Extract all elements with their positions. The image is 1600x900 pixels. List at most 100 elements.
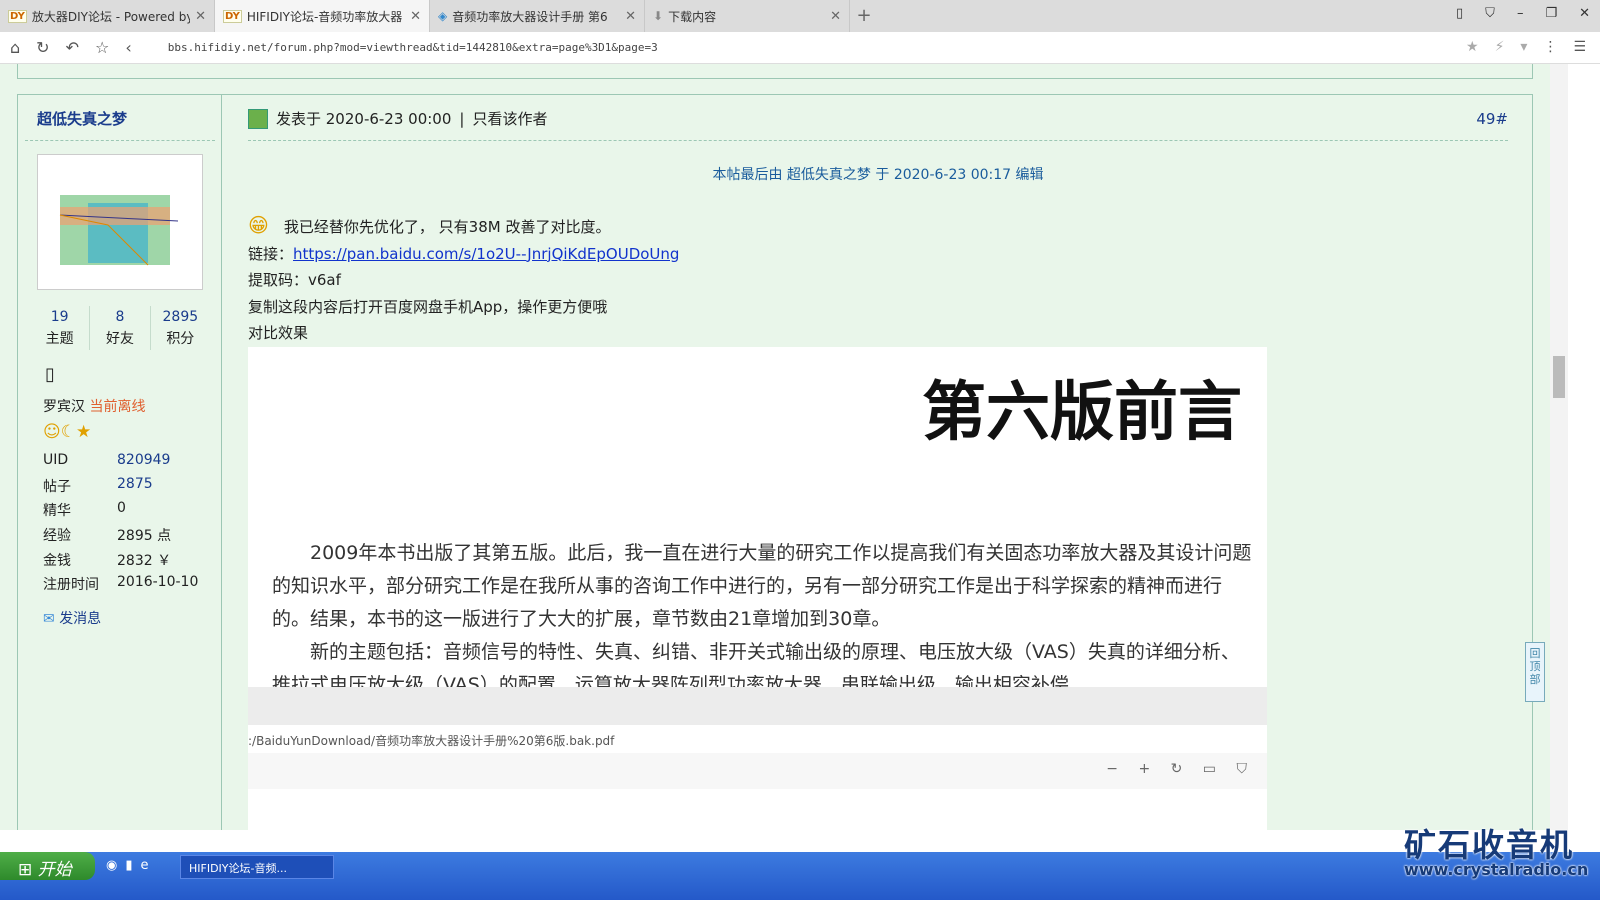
refresh-icon[interactable]: ↻ [36, 38, 49, 57]
tab-bar: DY 放大器DIY论坛 - Powered by ✕ DY HIFIDIY论坛-音频功… [0, 0, 1600, 32]
stat-value: 19 [50, 309, 69, 325]
browser-icon[interactable]: ◉ [106, 858, 117, 873]
tab-label: HIFIDIY论坛-音频功率放大器 [246, 9, 403, 24]
favicon: ◈ [438, 9, 448, 23]
taskbar: ⊞ 开始 ◉ ▮ e HIFIDIY论坛-音频... [0, 852, 1600, 900]
address-bar: ⌂ ↻ ↶ ☆ ‹ bbs.hifidiy.net/forum.php?mod=view… [0, 32, 1600, 64]
profile-value[interactable]: 820949 [117, 452, 170, 468]
close-icon[interactable]: ✕ [410, 9, 421, 24]
only-author-link[interactable]: 只看该作者 [472, 108, 547, 129]
divider [248, 140, 1508, 141]
profile-key: 金钱 [43, 553, 71, 569]
favicon: ⬇ [653, 9, 664, 23]
pdf-viewer: :/BaiduYunDownload/音频功率放大器设计手册%20第6版.bak… [248, 687, 1267, 830]
favicon: DY [8, 9, 27, 23]
stat-value: 2895 [162, 309, 199, 325]
profile-key: 注册时间 [43, 577, 99, 593]
username-link[interactable]: 超低失真之梦 [37, 108, 127, 129]
profile-key: 经验 [43, 528, 71, 544]
profile-uid: UID 820949 [43, 452, 170, 468]
profile-value[interactable]: 2875 [117, 476, 153, 492]
dropdown-icon[interactable]: ▾ [1520, 39, 1527, 55]
back-to-top-button[interactable]: 回顶部 [1525, 642, 1545, 702]
tab-1[interactable]: DY 放大器DIY论坛 - Powered by ✕ [0, 0, 215, 32]
close-button[interactable]: ✕ [1579, 6, 1590, 21]
menu-icon[interactable]: ☰ [1573, 39, 1586, 55]
close-icon[interactable]: ✕ [195, 9, 206, 24]
restore-button[interactable]: ❐ [1545, 6, 1557, 21]
send-message-link[interactable]: ✉ 发消息 [43, 608, 101, 628]
envelope-icon: ✉ [43, 611, 55, 627]
mobile-icon: ▯ [45, 364, 55, 385]
close-icon[interactable]: ✕ [830, 9, 841, 24]
separator: | [459, 109, 465, 128]
stat-friends[interactable]: 8 好友 [90, 306, 151, 350]
url-input[interactable]: bbs.hifidiy.net/forum.php?mod=viewthread… [168, 41, 658, 54]
quick-launch: ◉ ▮ e [106, 858, 149, 873]
send-message-label: 发消息 [59, 611, 102, 627]
close-icon[interactable]: ✕ [625, 9, 636, 24]
profile-money: 金钱 2832 ￥ [43, 550, 171, 570]
user-rank: 罗宾汉 当前离线 [43, 396, 145, 416]
app-icon[interactable]: ▮ [125, 858, 132, 873]
avatar[interactable] [37, 154, 203, 290]
shield-icon[interactable]: ⛉ [1485, 6, 1495, 21]
page-content: 超低失真之梦 19 主题 8 好友 2895 积分 ▯ 罗宾汉 当前离线 ☺☾★ UI… [0, 64, 1550, 830]
medal-icons: ☺☾★ [43, 422, 92, 442]
stat-topics[interactable]: 19 主题 [30, 306, 91, 350]
stat-label: 好友 [105, 331, 134, 347]
profile-value: 2016-10-10 [117, 574, 199, 590]
reader-icon[interactable]: ▯ [1456, 6, 1463, 21]
back-icon[interactable]: ‹ [125, 38, 131, 57]
more-icon[interactable]: ⋮ [1543, 39, 1557, 55]
profile-regdate: 注册时间 2016-10-10 [43, 574, 198, 594]
profile-value: 2832 ￥ [117, 553, 172, 569]
profile-digest: 精华 0 [43, 500, 126, 520]
extract-code: v6af [308, 271, 341, 289]
profile-key: 精华 [43, 503, 71, 519]
taskbar-item[interactable]: HIFIDIY论坛-音频... [180, 855, 334, 879]
link-label: 链接： [248, 244, 294, 263]
start-label: 开始 [37, 860, 72, 880]
stat-points[interactable]: 2895 积分 [151, 306, 210, 350]
profile-value: 0 [117, 500, 126, 516]
tab-label: 下载内容 [668, 9, 717, 24]
post-text: 复制这段内容后打开百度网盘手机App，操作更方便哦 [248, 297, 608, 316]
edit-note: 本帖最后由 超低失真之梦 于 2020-6-23 00:17 编辑 [712, 167, 1044, 183]
scrollbar[interactable] [1550, 64, 1568, 830]
minimize-button[interactable]: – [1517, 6, 1524, 21]
stat-label: 积分 [166, 331, 195, 347]
code-label: 提取码： [248, 271, 309, 289]
tab-3[interactable]: ◈ 音频功率放大器设计手册 第6 ✕ [430, 0, 645, 32]
undo-icon[interactable]: ↶ [66, 38, 79, 57]
floor-number[interactable]: 49# [1476, 110, 1508, 128]
image-title: 第六版前言 [922, 376, 1242, 450]
new-tab-button[interactable]: + [850, 0, 878, 32]
scrollbar-thumb[interactable] [1553, 356, 1565, 398]
pdf-path: :/BaiduYunDownload/音频功率放大器设计手册%20第6版.bak… [248, 725, 1267, 753]
tab-2[interactable]: DY HIFIDIY论坛-音频功率放大器 ✕ [215, 0, 430, 32]
user-icon [248, 108, 268, 129]
home-icon[interactable]: ⌂ [10, 38, 20, 57]
bookmark-icon[interactable]: ★ [1466, 39, 1479, 55]
ie-icon[interactable]: e [141, 858, 149, 873]
star-icon[interactable]: ☆ [95, 38, 109, 57]
previous-post-frame [17, 64, 1533, 79]
windows-icon: ⊞ [18, 860, 38, 880]
image-text: 2009年本书出版了其第五版。此后，我一直在进行大量的研究工作以提高我们有关固态… [272, 542, 1252, 687]
flash-icon[interactable]: ⚡ [1495, 39, 1505, 55]
tab-4[interactable]: ⬇ 下载内容 ✕ [645, 0, 850, 32]
start-button[interactable]: ⊞ 开始 [0, 852, 95, 880]
divider [25, 140, 215, 141]
tab-label: 放大器DIY论坛 - Powered by [31, 9, 191, 24]
post-text: 对比效果 [248, 324, 309, 342]
post-image[interactable]: 第六版前言 2009年本书出版了其第五版。此后，我一直在进行大量的研究工作以提高… [248, 347, 1267, 830]
tab-label: 音频功率放大器设计手册 第6 [452, 9, 608, 24]
profile-exp: 经验 2895 点 [43, 525, 171, 545]
grin-emoji-icon: 😁 [248, 213, 269, 237]
profile-key: UID [43, 452, 69, 468]
window-controls: ▯ ⛉ – ❐ ✕ [1456, 6, 1590, 21]
profile-key: 帖子 [43, 479, 71, 495]
baidu-pan-link[interactable]: https://pan.baidu.com/s/1o2U--JnrjQiKdEp… [293, 245, 679, 263]
post-line-1: 😁 我已经替你先优化了， 只有38M 改善了对比度。 [248, 212, 679, 241]
